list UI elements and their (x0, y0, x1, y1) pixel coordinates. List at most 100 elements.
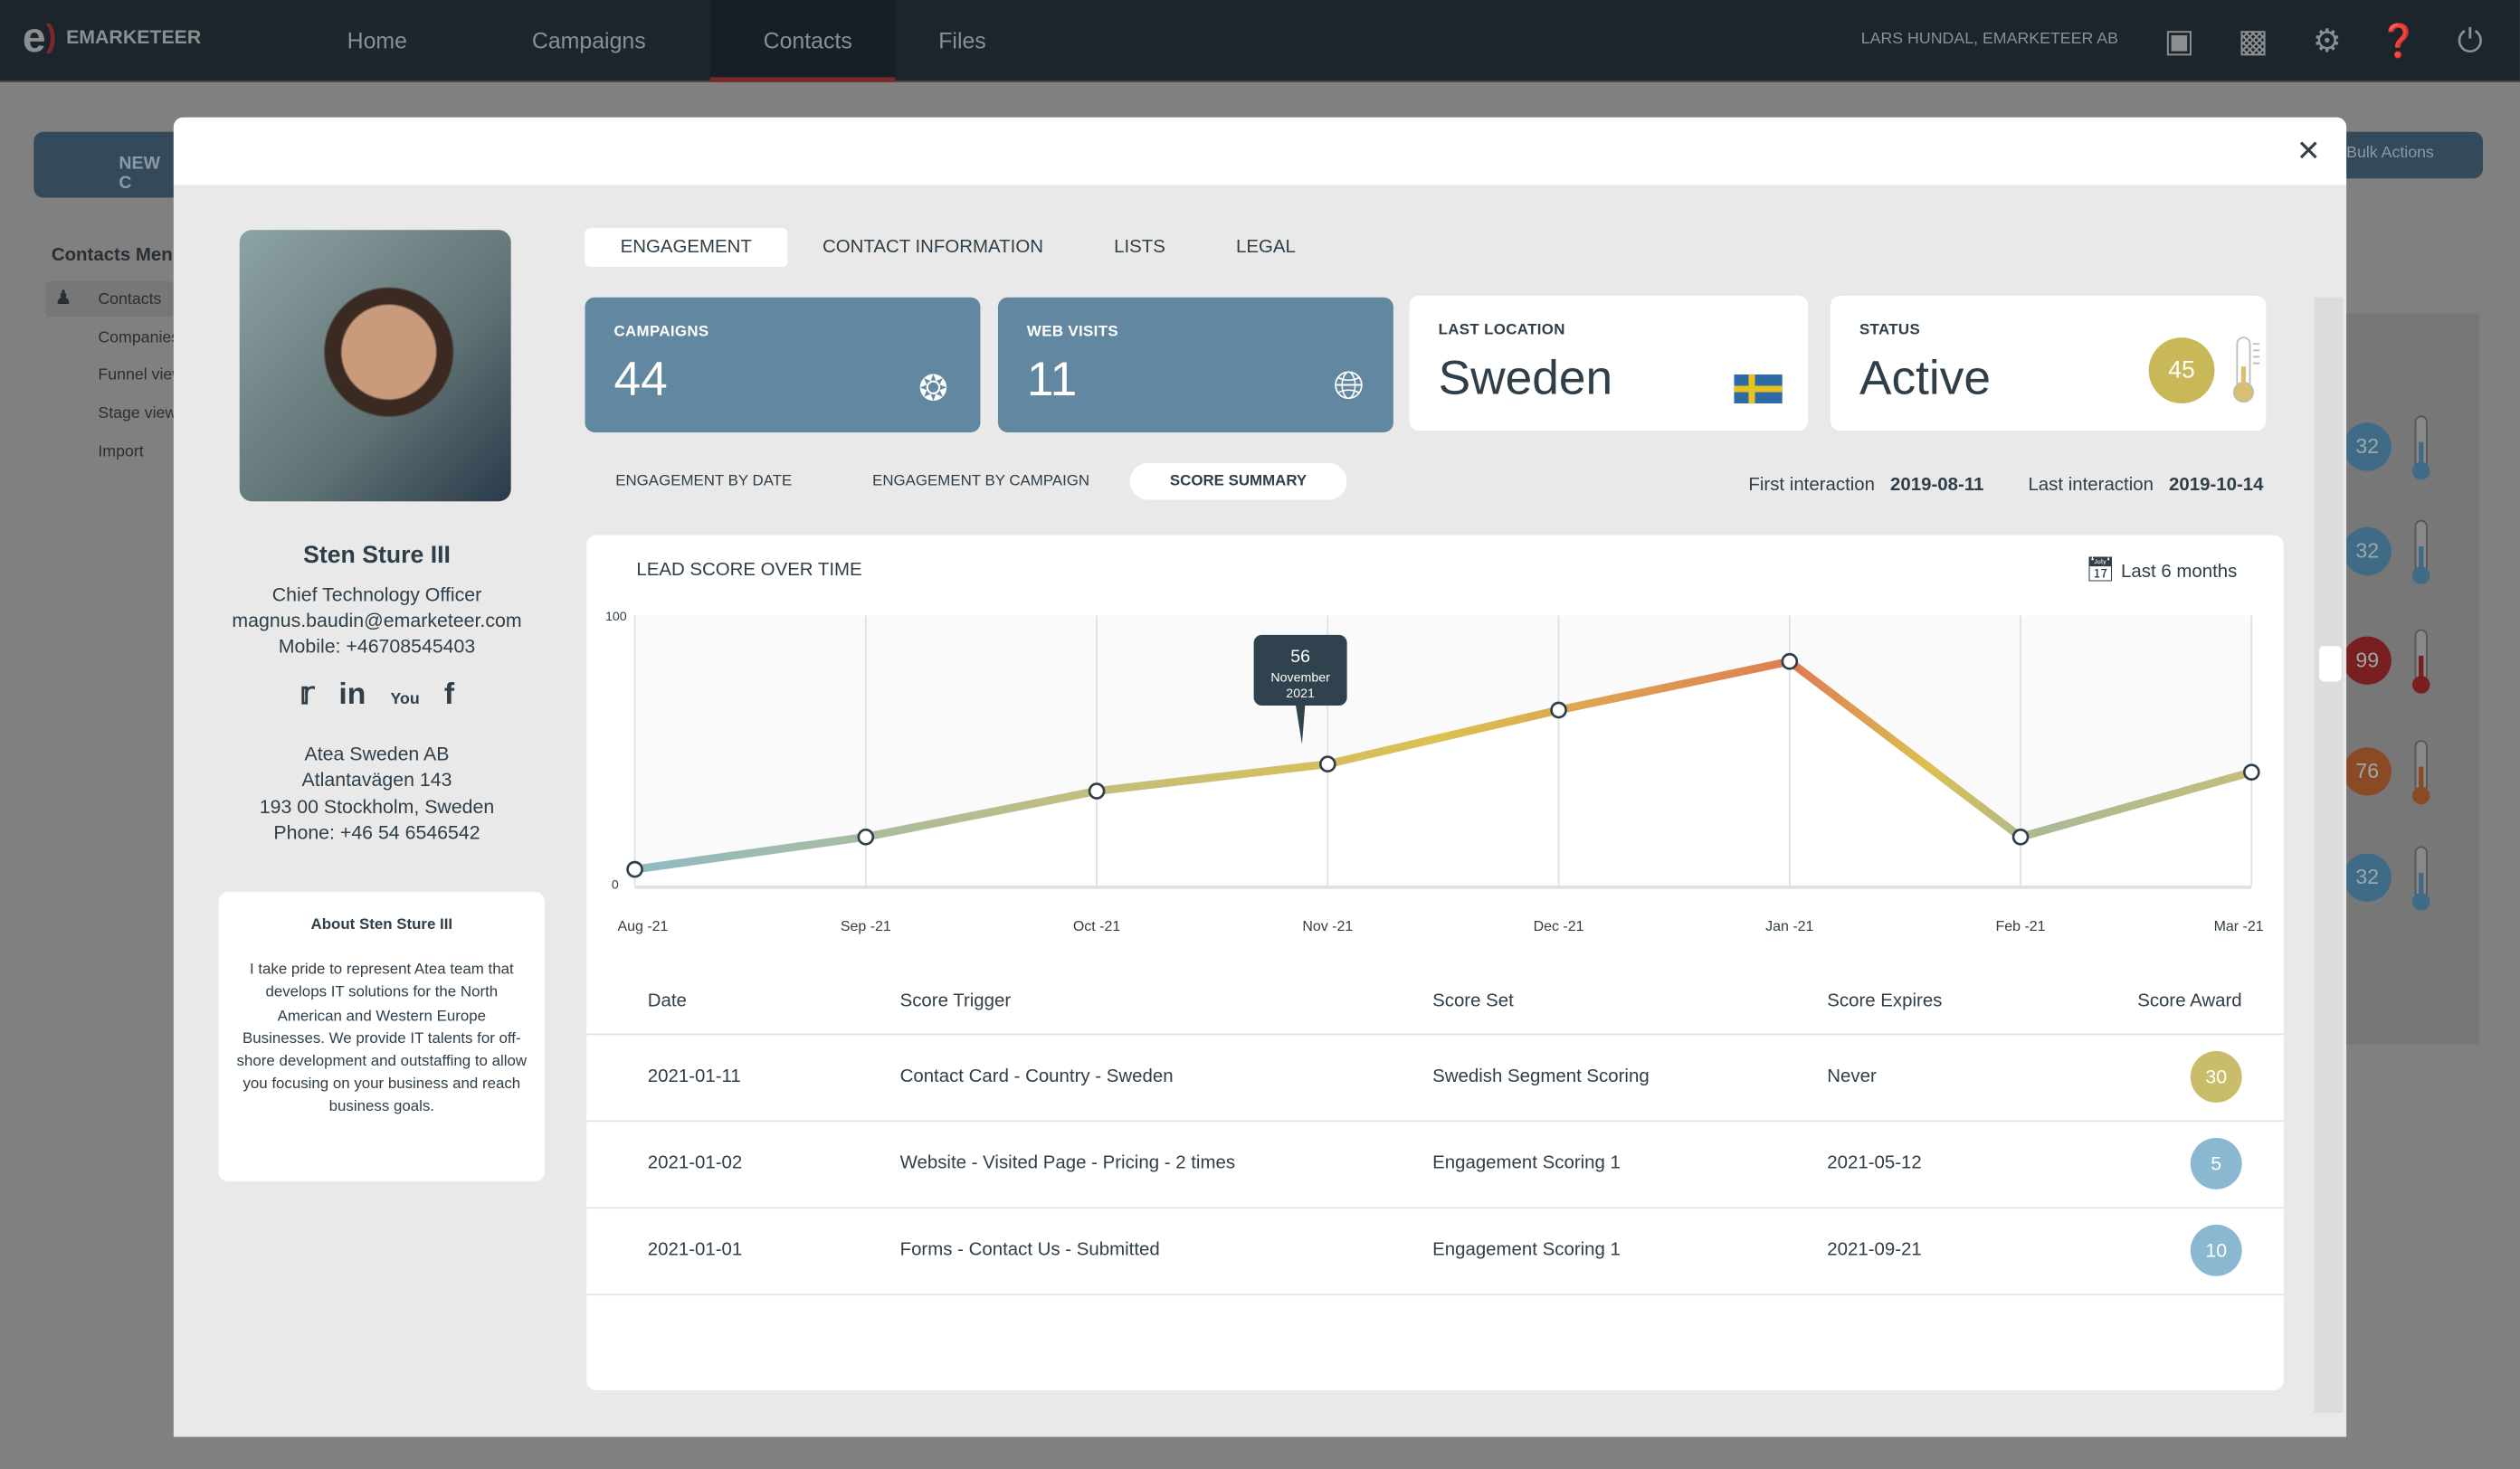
thermometer-icon (2411, 413, 2433, 484)
chat-icon[interactable]: ▣ (2160, 23, 2199, 62)
x-tick-label: Oct -21 (1073, 919, 1120, 934)
background-score-badge: 76 (2343, 747, 2392, 796)
score-badge: 45 (2148, 337, 2215, 403)
y-tick-label: 0 (612, 878, 619, 893)
col-score-set: Score Set (1371, 969, 1766, 1035)
tab-engagement[interactable]: ENGAGEMENT (585, 228, 787, 267)
x-tick-label: Aug -21 (617, 919, 668, 934)
campaigns-card: CAMPAIGNS 44 ❂ (585, 297, 981, 432)
help-icon[interactable]: ❓ (2379, 23, 2419, 62)
cell-date: 2021-01-01 (586, 1207, 840, 1295)
company-city: 193 00 Stockholm, Sweden (259, 795, 495, 819)
cell-set: Engagement Scoring 1 (1371, 1120, 1766, 1208)
contacts-icon: ♟ (54, 286, 72, 309)
x-tick-label: Sep -21 (841, 919, 891, 934)
tab-lists[interactable]: LISTS (1079, 228, 1201, 267)
user-name: LARS HUNDAL, EMARKETEER AB (1860, 30, 2118, 49)
brand-name: EMARKETEER (66, 25, 202, 49)
menu-item: Contacts (98, 290, 162, 309)
data-point (2242, 763, 2260, 781)
menu-item: Stage view (98, 404, 177, 423)
data-point (626, 860, 643, 878)
power-icon[interactable]: ⏻ (2451, 23, 2490, 62)
gear-icon[interactable]: ⚙ (2307, 23, 2346, 62)
status-label: STATUS (1859, 321, 1921, 339)
status-card: STATUS Active 45 (1830, 295, 2267, 431)
last-interaction: Last interaction 2019-10-14 (2028, 476, 2263, 495)
background-score-badge: 32 (2343, 526, 2392, 576)
scrollbar[interactable] (2314, 297, 2344, 1413)
bulk-actions-button: Bulk Actions (2330, 131, 2484, 179)
nav-campaigns[interactable]: Campaigns (532, 27, 646, 52)
location-value: Sweden (1438, 352, 1613, 405)
table-row[interactable]: 2021-01-11 Contact Card - Country - Swede… (586, 1033, 2284, 1122)
web-visits-card: WEB VISITS 11 🌐︎ (997, 297, 1393, 432)
background-score-badge: 99 (2343, 636, 2392, 685)
background-score-badge: 32 (2343, 422, 2392, 471)
logo[interactable]: e) EMARKETEER (23, 16, 201, 58)
tab-contact-information[interactable]: CONTACT INFORMATION (787, 228, 1079, 267)
cell-award: 5 (2042, 1120, 2284, 1208)
first-interaction-date: 2019-08-11 (1890, 475, 1984, 496)
cell-trigger: Forms - Contact Us - Submitted (839, 1207, 1372, 1295)
thermometer-icon (2411, 844, 2433, 915)
table-header: Date Score Trigger Score Set Score Expir… (586, 969, 2284, 1035)
nav-home[interactable]: Home (347, 27, 407, 52)
chart-subtabs: ENGAGEMENT BY DATE ENGAGEMENT BY CAMPAIG… (575, 462, 1347, 500)
cell-award: 30 (2042, 1033, 2284, 1122)
score-award-badge: 10 (2190, 1224, 2242, 1276)
thermometer-icon (2232, 336, 2260, 403)
cell-award: 10 (2042, 1207, 2284, 1295)
scroll-handle[interactable] (2318, 646, 2342, 682)
data-point (1781, 652, 1799, 670)
nav-contacts[interactable]: Contacts (764, 27, 852, 52)
menu-item: Import (98, 443, 144, 461)
table-row[interactable]: 2021-01-01 Forms - Contact Us - Submitted… (586, 1207, 2284, 1295)
data-point (1318, 755, 1336, 773)
menu-item: Funnel view (98, 366, 185, 384)
x-tick-label: Jan -21 (1765, 919, 1813, 934)
table-row[interactable]: 2021-01-02 Website - Visited Page - Prici… (586, 1120, 2284, 1208)
score-table: Date Score Trigger Score Set Score Expir… (586, 969, 2284, 1295)
company-street: Atlantavägen 143 (301, 768, 452, 791)
linkedin-icon[interactable]: in (338, 678, 366, 712)
about-title: About Sten Sture III (310, 915, 453, 934)
contact-mobile: Mobile: +46708545403 (278, 634, 476, 658)
menu-title: Contacts Menu (51, 245, 185, 266)
data-point (2011, 828, 2030, 846)
first-interaction: First interaction 2019-08-11 (1748, 476, 1983, 495)
about-text: I take pride to represent Atea team that… (236, 961, 528, 1116)
modal-header: ✕ (173, 117, 2347, 185)
facebook-icon[interactable]: f (444, 678, 454, 712)
main-tabs: ENGAGEMENT CONTACT INFORMATION LISTS LEG… (585, 228, 1331, 267)
campaigns-value: 44 (613, 353, 668, 407)
subtab-engagement-by-campaign[interactable]: ENGAGEMENT BY CAMPAIGN (832, 463, 1130, 500)
nav-files[interactable]: Files (938, 27, 986, 52)
contact-modal: ✕ Sten Sture III Chief Technology Office… (173, 117, 2347, 1437)
subtab-score-summary[interactable]: SCORE SUMMARY (1129, 462, 1347, 500)
score-award-badge: 30 (2190, 1051, 2242, 1103)
campaigns-label: CAMPAIGNS (613, 323, 709, 341)
web-visits-label: WEB VISITS (1026, 323, 1118, 341)
lead-score-card: LEAD SCORE OVER TIME 📅︎ Last 6 months Au… (586, 535, 2284, 1390)
contact-email[interactable]: magnus.baudin@emarketeer.com (174, 609, 580, 631)
close-icon[interactable]: ✕ (2297, 137, 2321, 166)
score-award-badge: 5 (2190, 1137, 2242, 1189)
cell-date: 2021-01-02 (586, 1120, 840, 1208)
twitter-icon[interactable]: 𝕣 (300, 678, 314, 712)
tooltip-text: 2021 (1286, 687, 1315, 701)
cell-set: Swedish Segment Scoring (1371, 1033, 1766, 1122)
youtube-icon[interactable]: You (390, 691, 419, 709)
cell-set: Engagement Scoring 1 (1371, 1207, 1766, 1295)
thermometer-icon (2411, 517, 2433, 588)
tooltip-text: November (1270, 670, 1330, 685)
menu-item: Companies (98, 329, 180, 347)
data-point (857, 828, 875, 846)
avatar (239, 230, 511, 502)
top-nav: e) EMARKETEER Home Campaigns Contacts Fil… (0, 0, 2520, 82)
briefcase-icon[interactable]: ▩ (2234, 23, 2273, 62)
tab-legal[interactable]: LEGAL (1201, 228, 1331, 267)
web-visits-value: 11 (1026, 353, 1078, 407)
company-name: Atea Sweden AB (304, 742, 450, 765)
subtab-engagement-by-date[interactable]: ENGAGEMENT BY DATE (575, 463, 832, 500)
